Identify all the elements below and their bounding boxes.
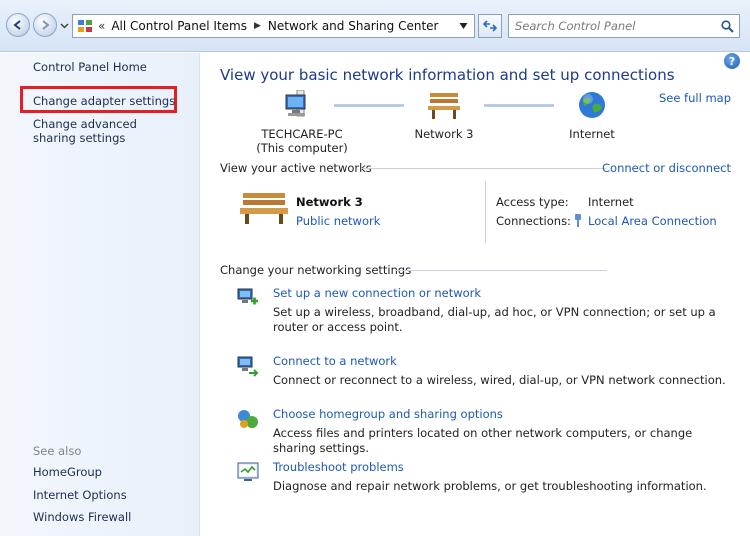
internet-options-link[interactable]: Internet Options — [33, 488, 127, 502]
page-title: View your basic network information and … — [220, 66, 675, 84]
homegroup-link[interactable]: HomeGroup — [33, 465, 102, 479]
computer-icon — [285, 90, 306, 117]
active-networks-heading: View your active networks — [220, 161, 372, 175]
map-network-name: Network 3 — [414, 127, 474, 141]
arrow-right-icon — [42, 20, 50, 30]
globe-icon — [579, 92, 605, 118]
address-bar: « All Control Panel Items ▶ Network and … — [0, 0, 750, 52]
map-node-computer[interactable]: TECHCARE-PC (This computer) — [246, 90, 358, 155]
left-navigation-pane: Control Panel Home Change adapter settin… — [0, 53, 200, 536]
active-network-name: Network 3 — [296, 195, 363, 209]
control-panel-home-link[interactable]: Control Panel Home — [33, 60, 147, 74]
help-icon[interactable]: ? — [724, 53, 740, 69]
search-icon[interactable] — [721, 20, 734, 33]
map-connection-line — [484, 104, 554, 107]
breadcrumb-all-control-panel-items[interactable]: All Control Panel Items — [111, 19, 247, 33]
troubleshoot-link[interactable]: Troubleshoot problems — [273, 460, 404, 474]
map-internet-label: Internet — [569, 127, 615, 141]
homegroup-sharing-description: Access files and printers located on oth… — [273, 426, 693, 455]
connect-to-network-link[interactable]: Connect to a network — [273, 354, 397, 368]
connect-network-icon — [237, 356, 259, 377]
refresh-button[interactable] — [478, 14, 502, 38]
breadcrumb-network-sharing-center[interactable]: Network and Sharing Center — [268, 19, 439, 33]
address-path-box[interactable]: « All Control Panel Items ▶ Network and … — [72, 14, 475, 38]
new-connection-icon — [237, 288, 258, 305]
bench-icon — [240, 193, 288, 224]
search-box[interactable] — [508, 14, 740, 38]
control-panel-icon — [78, 20, 92, 32]
computer-name: TECHCARE-PC — [261, 127, 343, 141]
change-adapter-settings-link[interactable]: Change adapter settings — [33, 94, 175, 108]
change-advanced-sharing-settings-link[interactable]: Change advanced sharing settings — [33, 117, 183, 145]
access-type-label: Access type: — [496, 195, 569, 209]
address-dropdown-icon[interactable] — [459, 22, 468, 30]
arrow-left-icon — [13, 20, 21, 30]
section-divider — [361, 168, 606, 169]
setup-connection-description: Set up a wireless, broadband, dial-up, a… — [273, 305, 716, 334]
breadcrumb-separator-icon[interactable]: ▶ — [254, 21, 261, 31]
access-type-value: Internet — [588, 195, 634, 209]
recent-pages-dropdown-icon[interactable] — [60, 21, 69, 30]
forward-button[interactable] — [33, 13, 57, 37]
network-type-link[interactable]: Public network — [296, 214, 380, 228]
breadcrumb-overflow[interactable]: « — [98, 19, 105, 33]
setup-connection-link[interactable]: Set up a new connection or network — [273, 286, 481, 300]
vertical-divider — [485, 181, 486, 243]
homegroup-icon — [238, 410, 258, 428]
search-input[interactable] — [509, 15, 709, 37]
connect-to-network-description: Connect or reconnect to a wireless, wire… — [273, 373, 726, 387]
back-button[interactable] — [6, 13, 30, 37]
main-content: ? View your basic network information an… — [201, 53, 750, 536]
windows-firewall-link[interactable]: Windows Firewall — [33, 510, 131, 524]
see-also-label: See also — [33, 444, 82, 458]
refresh-icon — [482, 20, 498, 32]
map-connection-line — [334, 104, 404, 107]
connections-label: Connections: — [496, 214, 571, 228]
computer-subtitle: (This computer) — [256, 141, 348, 155]
connect-or-disconnect-link[interactable]: Connect or disconnect — [602, 161, 731, 175]
map-node-network[interactable]: Network 3 — [408, 90, 480, 141]
troubleshoot-icon — [237, 462, 259, 481]
homegroup-sharing-link[interactable]: Choose homegroup and sharing options — [273, 407, 503, 421]
ethernet-icon — [575, 214, 581, 227]
change-settings-heading: Change your networking settings — [220, 263, 412, 277]
bench-icon — [428, 93, 460, 119]
local-area-connection-link[interactable]: Local Area Connection — [588, 214, 717, 228]
map-node-internet[interactable]: Internet — [556, 90, 628, 141]
see-full-map-link[interactable]: See full map — [659, 91, 731, 105]
troubleshoot-description: Diagnose and repair network problems, or… — [273, 479, 707, 493]
section-divider — [395, 270, 607, 271]
